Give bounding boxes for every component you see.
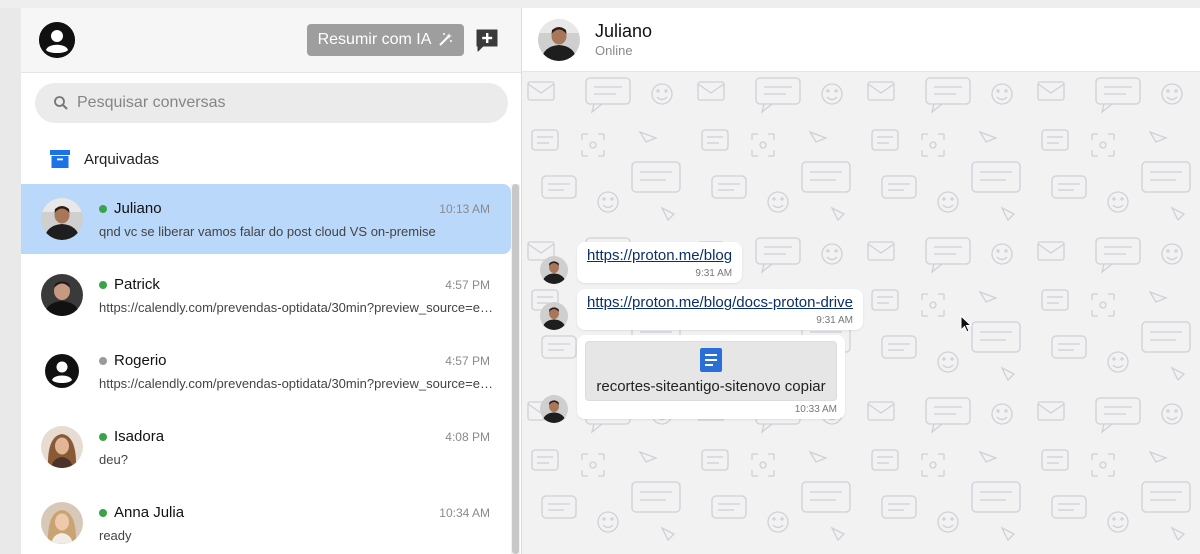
conversation-name: Rogerio: [114, 352, 167, 369]
archived-conversations-link[interactable]: Arquivadas: [50, 148, 159, 170]
summarize-with-ai-button[interactable]: Resumir com IA: [307, 24, 464, 56]
archived-label: Arquivadas: [84, 150, 160, 168]
avatar-photo: [41, 426, 83, 468]
conversation-preview: https://calendly.com/prevendas-optidata/…: [99, 376, 493, 391]
sidebar-header: Resumir com IA: [21, 8, 521, 73]
window-top-strip: [0, 0, 1200, 8]
message-sender-avatar: [540, 395, 568, 423]
conversation-sidebar: Resumir com IA A: [21, 8, 522, 554]
document-icon: [700, 347, 722, 372]
conversation-preview: ready: [99, 528, 132, 543]
mouse-cursor-icon: [960, 315, 972, 333]
conversation-item-anna-julia[interactable]: Anna Julia 10:34 AM ready: [21, 488, 511, 554]
avatar: [41, 426, 83, 468]
avatar-photo: [41, 198, 83, 240]
file-attachment[interactable]: recortes-siteantigo-sitenovo copiar: [585, 341, 837, 401]
online-status-dot: [99, 281, 107, 289]
conversation-item-juliano[interactable]: Juliano 10:13 AM qnd vc se liberar vamos…: [21, 184, 511, 254]
conversation-name: Juliano: [114, 200, 162, 217]
conversation-preview: deu?: [99, 452, 128, 467]
conversation-item-patrick[interactable]: Patrick 4:57 PM https://calendly.com/pre…: [21, 260, 511, 330]
archive-icon: [50, 150, 70, 168]
message-time: 10:33 AM: [794, 404, 837, 415]
message-sender-avatar: [540, 256, 568, 284]
magic-wand-icon: [439, 33, 453, 46]
summarize-label: Resumir com IA: [317, 31, 432, 48]
my-profile-avatar[interactable]: [39, 22, 75, 58]
search-icon: [54, 96, 68, 110]
user-circle-icon: [45, 354, 79, 388]
avatar: [41, 350, 83, 392]
conversation-item-rogerio[interactable]: Rogerio 4:57 PM https://calendly.com/pre…: [21, 336, 511, 406]
conversation-time: 10:34 AM: [439, 506, 490, 520]
avatar-photo: [540, 395, 568, 423]
contact-status: Online: [595, 43, 633, 58]
conversation-preview: https://calendly.com/prevendas-optidata/…: [99, 300, 493, 315]
message-time: 9:31 AM: [816, 315, 853, 326]
online-status-dot: [99, 509, 107, 517]
avatar-photo: [540, 302, 568, 330]
avatar-photo: [540, 256, 568, 284]
avatar-photo: [41, 274, 83, 316]
online-status-dot: [99, 433, 107, 441]
scrollbar-thumb[interactable]: [512, 184, 519, 554]
avatar-photo: [41, 502, 83, 544]
message-bubble: https://proton.me/blog/docs-proton-drive…: [577, 289, 863, 330]
conversation-name: Anna Julia: [114, 504, 185, 521]
contact-avatar[interactable]: [538, 19, 580, 61]
conversation-time: 4:57 PM: [445, 278, 490, 292]
conversation-time: 4:08 PM: [445, 430, 490, 444]
chat-pane: Juliano Online https://proton.me/blog 9:…: [522, 8, 1200, 554]
conversation-list-scrollbar[interactable]: [511, 184, 520, 554]
message-link[interactable]: https://proton.me/blog/docs-proton-drive: [587, 294, 853, 311]
conversation-name: Isadora: [114, 428, 165, 445]
message-sender-avatar: [540, 302, 568, 330]
user-circle-icon: [39, 22, 75, 58]
conversation-time: 4:57 PM: [445, 354, 490, 368]
avatar: [41, 198, 83, 240]
conversation-search: [35, 83, 508, 123]
conversation-list: Juliano 10:13 AM qnd vc se liberar vamos…: [21, 184, 511, 554]
offline-status-dot: [99, 357, 107, 365]
avatar: [41, 502, 83, 544]
contact-name: Juliano: [595, 21, 653, 41]
conversation-time: 10:13 AM: [439, 202, 490, 216]
new-chat-button[interactable]: [474, 27, 500, 53]
conversation-item-isadora[interactable]: Isadora 4:08 PM deu?: [21, 412, 511, 482]
avatar: [41, 274, 83, 316]
avatar-photo: [538, 19, 580, 61]
conversation-preview: qnd vc se liberar vamos falar do post cl…: [99, 224, 436, 239]
file-name: recortes-siteantigo-sitenovo copiar: [596, 377, 826, 395]
conversation-name: Patrick: [114, 276, 160, 293]
message-link[interactable]: https://proton.me/blog: [587, 247, 732, 264]
message-time: 9:31 AM: [695, 268, 733, 279]
new-chat-icon: [476, 29, 498, 52]
message-bubble: https://proton.me/blog 9:31 AM: [577, 242, 743, 283]
message-bubble: recortes-siteantigo-sitenovo copiar 10:3…: [577, 335, 845, 419]
chat-header: Juliano Online: [522, 8, 1200, 72]
search-input[interactable]: [77, 94, 477, 112]
online-status-dot: [99, 205, 107, 213]
